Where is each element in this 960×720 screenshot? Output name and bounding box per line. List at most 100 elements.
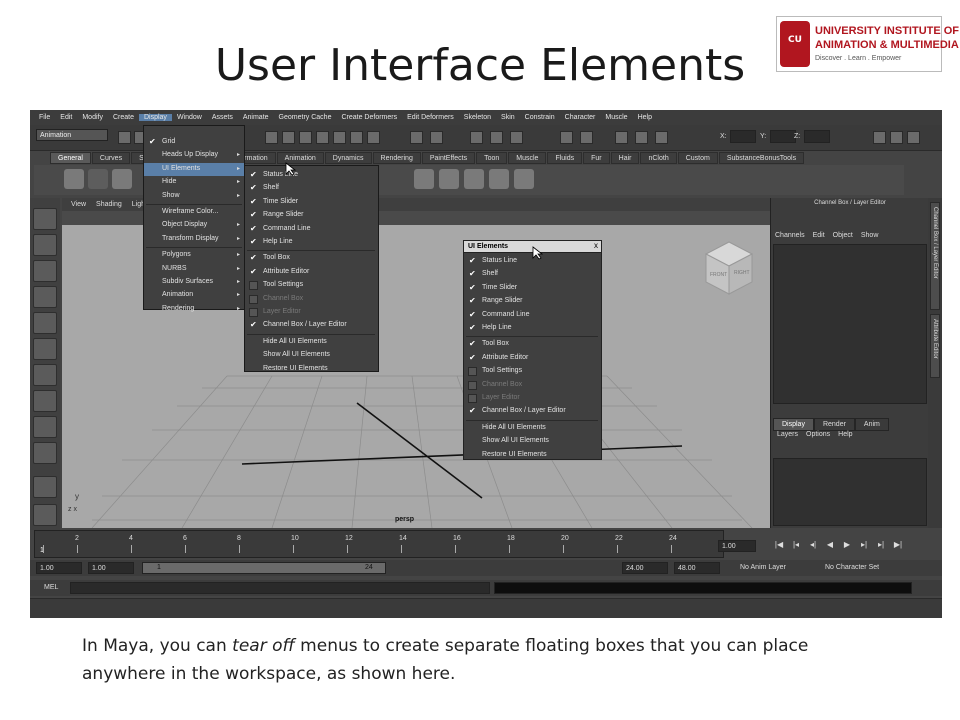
menu-item-show-all-ui-elements[interactable]: Show All UI Elements	[245, 349, 378, 362]
menu-item-transform-display[interactable]: Transform Display ▸	[144, 233, 244, 246]
channel-menu-object[interactable]: Object	[833, 232, 853, 239]
menu-item-command-line[interactable]: ✔ Command Line	[245, 223, 378, 236]
menu-geometry-cache[interactable]: Geometry Cache	[274, 114, 337, 121]
close-icon[interactable]: x	[594, 241, 598, 250]
step-back-frame-icon[interactable]: ◂|	[806, 540, 820, 552]
character-set-selector[interactable]: No Character Set	[825, 564, 879, 571]
last-tool-icon[interactable]	[33, 442, 57, 464]
shelf-scripteditor-icon[interactable]	[64, 169, 84, 189]
shelf-tab-animation[interactable]: Animation	[276, 152, 324, 164]
menu-item-time-slider[interactable]: ✔ Time Slider	[245, 196, 378, 209]
select-tool-icon[interactable]	[265, 131, 278, 144]
step-back-key-icon[interactable]: |◂	[789, 540, 803, 552]
shelf-tab-custom[interactable]: Custom	[677, 152, 718, 164]
menu-item-show-all-ui-elements[interactable]: Show All UI Elements	[464, 435, 601, 448]
animation-start-field[interactable]: 1.00	[36, 562, 82, 574]
snap-point-icon[interactable]	[367, 131, 380, 144]
side-tab-attribute-editor[interactable]: Attribute Editor	[930, 314, 940, 378]
menu-item-hide-all-ui-elements[interactable]: Hide All UI Elements	[245, 336, 378, 349]
scale-tool-icon[interactable]	[33, 338, 57, 360]
shelf-poly-sphere-icon[interactable]	[439, 169, 459, 189]
z-field[interactable]	[804, 130, 830, 143]
paint-select-icon[interactable]	[33, 260, 57, 282]
shelf-poly-cube-icon[interactable]	[414, 169, 434, 189]
scale-icon[interactable]	[316, 131, 329, 144]
menu-item-grid[interactable]: ✔ Grid	[144, 136, 244, 149]
shelf-poly-plane-icon[interactable]	[489, 169, 509, 189]
channel-list[interactable]	[773, 244, 927, 404]
menu-item-channel-box[interactable]: Channel Box	[245, 293, 378, 306]
channel-menu-show[interactable]: Show	[861, 232, 879, 239]
step-forward-key-icon[interactable]: ▸|	[874, 540, 888, 552]
menu-window[interactable]: Window	[172, 114, 207, 121]
menu-item-help-line[interactable]: ✔ Help Line	[245, 236, 378, 249]
menu-file[interactable]: File	[34, 114, 55, 121]
soft-mod-icon[interactable]	[33, 390, 57, 412]
menu-modify[interactable]: Modify	[77, 114, 108, 121]
menu-item-hide-all-ui-elements[interactable]: Hide All UI Elements	[464, 422, 601, 435]
play-forward-icon[interactable]: ▶	[840, 540, 854, 552]
shelf-tab-general[interactable]: General	[50, 152, 91, 164]
menu-item-tool-settings[interactable]: Tool Settings	[245, 279, 378, 292]
menu-animate[interactable]: Animate	[238, 114, 274, 121]
shelf-tab-painteffects[interactable]: PaintEffects	[421, 152, 476, 164]
menu-item-time-slider[interactable]: ✔ Time Slider	[464, 282, 601, 295]
menu-item-help-line[interactable]: ✔ Help Line	[464, 322, 601, 335]
menu-item-shelf[interactable]: ✔ Shelf	[464, 268, 601, 281]
hypershade-icon[interactable]	[655, 131, 668, 144]
menu-item-attribute-editor[interactable]: ✔ Attribute Editor	[464, 352, 601, 365]
render-settings-icon[interactable]	[635, 131, 648, 144]
menu-item-object-display[interactable]: Object Display ▸	[144, 219, 244, 232]
menu-item-hide[interactable]: Hide ▸	[144, 176, 244, 189]
shelf-tab-hair[interactable]: Hair	[610, 152, 640, 164]
menu-muscle[interactable]: Muscle	[600, 114, 632, 121]
ipr-render-icon[interactable]	[580, 131, 593, 144]
layer-tab-render[interactable]: Render	[813, 418, 855, 431]
channel-box-toggle-icon[interactable]	[907, 131, 920, 144]
shelf-tab-fur[interactable]: Fur	[583, 152, 610, 164]
render-icon[interactable]	[560, 131, 573, 144]
menu-item-ui-elements[interactable]: UI Elements ▸	[144, 162, 244, 176]
new-scene-icon[interactable]	[118, 131, 131, 144]
menu-item-channel-box-layer-editor[interactable]: ✔ Channel Box / Layer Editor	[464, 405, 601, 418]
menu-item-tool-settings[interactable]: Tool Settings	[464, 365, 601, 378]
layer-tab-anim[interactable]: Anim	[854, 418, 889, 431]
layer-tab-display[interactable]: Display	[773, 418, 814, 431]
menu-item-channel-box[interactable]: Channel Box	[464, 379, 601, 392]
menu-edit[interactable]: Edit	[55, 114, 77, 121]
playback-start-field[interactable]: 1.00	[88, 562, 134, 574]
snap-grid-icon[interactable]	[333, 131, 346, 144]
shelf-tab-rendering[interactable]: Rendering	[372, 152, 421, 164]
shelf-poly-cylinder-icon[interactable]	[464, 169, 484, 189]
shelf-tab-fluids[interactable]: Fluids	[547, 152, 583, 164]
tool-settings-toggle-icon[interactable]	[890, 131, 903, 144]
single-perspective-layout-icon[interactable]	[33, 476, 57, 498]
menu-item-restore-ui-elements[interactable]: Restore UI Elements	[464, 449, 601, 462]
animation-end-field[interactable]: 48.00	[674, 562, 720, 574]
menu-item-wireframe-color-[interactable]: Wireframe Color...	[144, 206, 244, 219]
select-tool-icon[interactable]	[33, 208, 57, 230]
menu-item-range-slider[interactable]: ✔ Range Slider	[464, 295, 601, 308]
menu-constrain[interactable]: Constrain	[520, 114, 560, 121]
shelf-paint-icon[interactable]	[514, 169, 534, 189]
menu-item-range-slider[interactable]: ✔ Range Slider	[245, 209, 378, 222]
menu-create[interactable]: Create	[108, 114, 139, 121]
current-frame-field[interactable]: 1.00	[718, 540, 756, 552]
layer-menu-options[interactable]: Options	[806, 431, 830, 438]
menu-item-status-line[interactable]: ✔ Status Line	[245, 169, 378, 182]
y-field[interactable]	[770, 130, 796, 143]
menu-character[interactable]: Character	[560, 114, 601, 121]
render-view-icon[interactable]	[615, 131, 628, 144]
select-mask-icon[interactable]	[490, 131, 503, 144]
menu-item-nurbs[interactable]: NURBS ▸	[144, 263, 244, 276]
view-cube-icon[interactable]: FRONT RIGHT	[704, 240, 754, 296]
menu-item-show[interactable]: Show ▸	[144, 190, 244, 203]
menu-display[interactable]: Display	[138, 114, 172, 121]
shelf-film-icon[interactable]	[112, 169, 132, 189]
menu-item-layer-editor[interactable]: Layer Editor	[464, 392, 601, 405]
menu-item-command-line[interactable]: ✔ Command Line	[464, 309, 601, 322]
menu-create-deformers[interactable]: Create Deformers	[336, 114, 402, 121]
menu-assets[interactable]: Assets	[207, 114, 238, 121]
lasso-tool-icon[interactable]	[33, 234, 57, 256]
shelf-tab-muscle[interactable]: Muscle	[508, 152, 547, 164]
